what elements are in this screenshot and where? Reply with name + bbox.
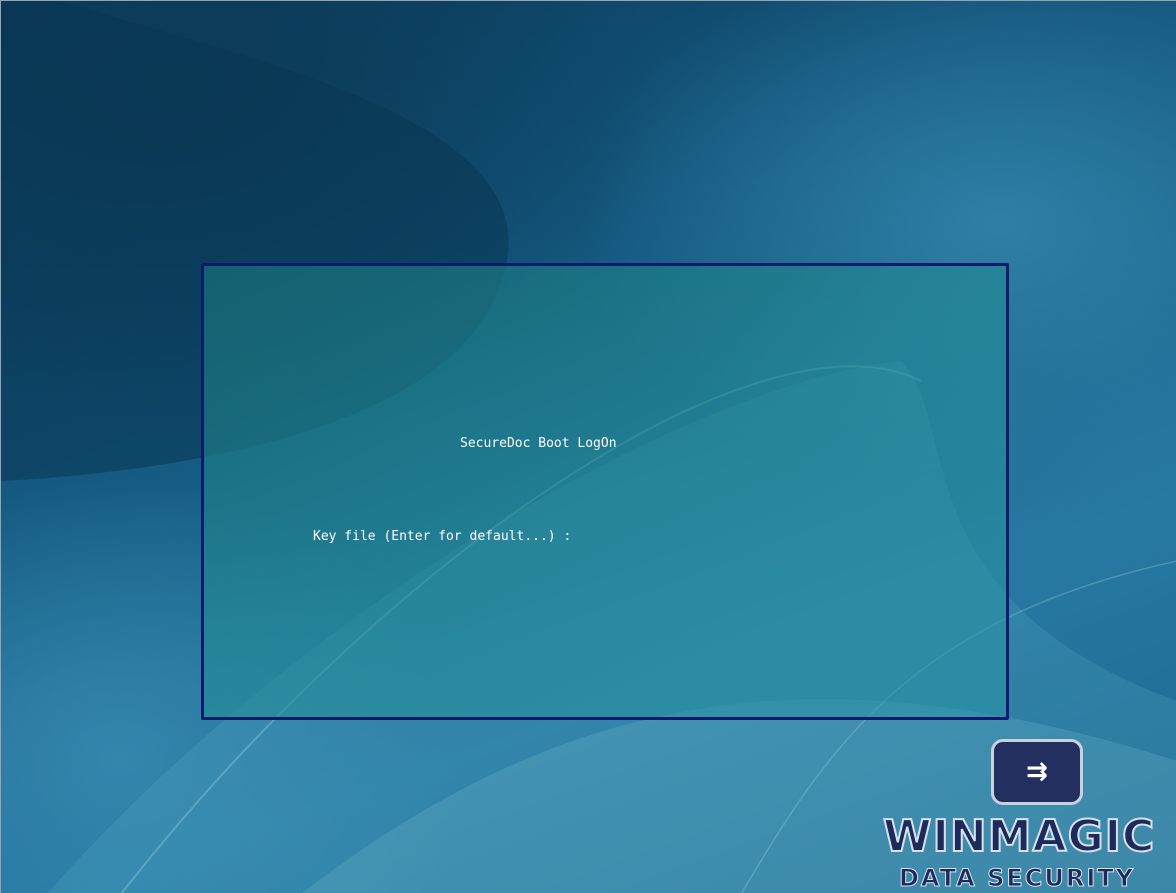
key-file-prompt[interactable]: Key file (Enter for default...) : — [313, 529, 579, 544]
logon-dialog: SecureDoc Boot LogOn Key file (Enter for… — [201, 263, 1009, 720]
boot-screen: SecureDoc Boot LogOn Key file (Enter for… — [0, 0, 1176, 893]
brand-name: WINMAGIC — [882, 811, 1156, 862]
key-file-label: Key file (Enter for default...) : — [313, 529, 572, 544]
key-arrow-icon: ⇉ — [991, 739, 1083, 805]
brand-tagline: DATA SECURITY — [898, 864, 1136, 893]
logo-glyph: ⇉ — [1026, 757, 1048, 787]
dialog-title: SecureDoc Boot LogOn — [460, 436, 617, 451]
